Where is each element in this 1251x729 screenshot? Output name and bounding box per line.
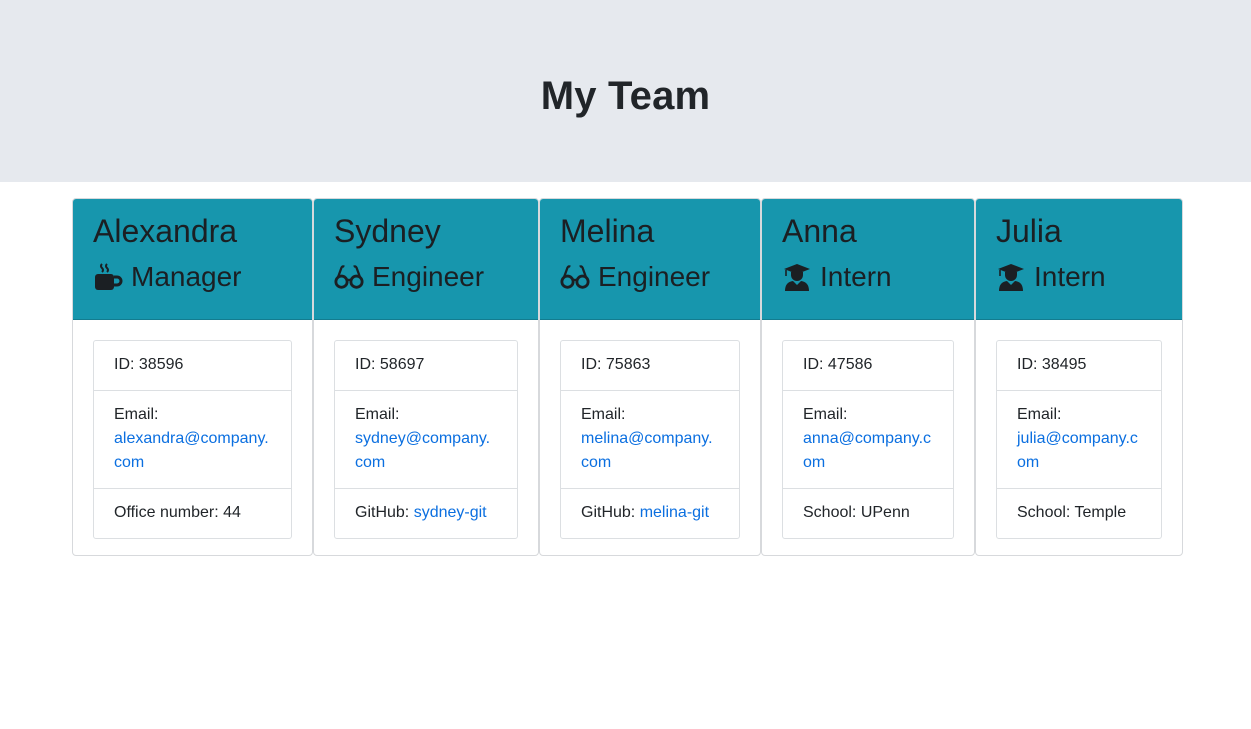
employee-email: Email: alexandra@company.com bbox=[94, 390, 291, 488]
card-body: ID: 47586 Email: anna@company.com School… bbox=[762, 320, 974, 555]
employee-role: Intern bbox=[996, 260, 1162, 294]
graduate-icon bbox=[782, 262, 812, 292]
role-label: Engineer bbox=[372, 261, 485, 292]
page-title: My Team bbox=[540, 73, 711, 118]
email-link[interactable]: melina@company.com bbox=[581, 430, 713, 471]
details-list: ID: 58697 Email: sydney@company.com GitH… bbox=[334, 340, 518, 539]
email-label: Email: bbox=[1017, 406, 1062, 423]
card-body: ID: 38596 Email: alexandra@company.com O… bbox=[73, 320, 312, 555]
employee-name: Julia bbox=[996, 213, 1062, 249]
email-label: Email: bbox=[803, 406, 848, 423]
email-link[interactable]: julia@company.com bbox=[1017, 430, 1138, 471]
employee-role: Engineer bbox=[334, 260, 518, 294]
employee-email: Email: sydney@company.com bbox=[335, 390, 517, 488]
role-label: Manager bbox=[131, 261, 242, 292]
email-label: Email: bbox=[114, 406, 159, 423]
card-header: Melina Engineer bbox=[540, 199, 760, 320]
card-body: ID: 38495 Email: julia@company.com Schoo… bbox=[976, 320, 1182, 555]
employee-name: Anna bbox=[782, 213, 857, 249]
github-label: GitHub: bbox=[355, 504, 414, 521]
card-header: Julia Intern bbox=[976, 199, 1182, 320]
employee-name: Melina bbox=[560, 213, 655, 249]
graduate-icon bbox=[996, 262, 1026, 292]
employee-id: ID: 47586 bbox=[803, 356, 873, 373]
employee-card: Anna Intern ID: 47586 Email: anna@compan… bbox=[761, 198, 975, 556]
card-body: ID: 58697 Email: sydney@company.com GitH… bbox=[314, 320, 538, 555]
github: GitHub: sydney-git bbox=[335, 488, 517, 538]
employee-card: Sydney Engineer ID: 58697 Email: sydney@… bbox=[313, 198, 539, 556]
employee-email: Email: melina@company.com bbox=[561, 390, 739, 488]
github-link[interactable]: sydney-git bbox=[414, 504, 487, 521]
card-body: ID: 75863 Email: melina@company.com GitH… bbox=[540, 320, 760, 555]
employee-card: Julia Intern ID: 38495 Email: julia@comp… bbox=[975, 198, 1183, 556]
employee-id: ID: 38495 bbox=[1017, 356, 1087, 373]
email-link[interactable]: sydney@company.com bbox=[355, 430, 490, 471]
details-list: ID: 75863 Email: melina@company.com GitH… bbox=[560, 340, 740, 539]
github-label: GitHub: bbox=[581, 504, 640, 521]
employee-id: ID: 75863 bbox=[581, 356, 651, 373]
school: School: UPenn bbox=[783, 488, 953, 538]
role-label: Intern bbox=[820, 261, 892, 292]
employee-email: Email: anna@company.com bbox=[783, 390, 953, 488]
employee-id: ID: 58697 bbox=[355, 356, 425, 373]
employee-id: ID: 38596 bbox=[114, 356, 184, 373]
role-label: Engineer bbox=[598, 261, 711, 292]
employee-card: Melina Engineer ID: 75863 Email: melina@… bbox=[539, 198, 761, 556]
card-header: Alexandra Manager bbox=[73, 199, 312, 320]
employee-card: Alexandra Manager ID: 38596 Email: alexa… bbox=[72, 198, 313, 556]
page-header: My Team bbox=[0, 0, 1251, 182]
employee-role: Engineer bbox=[560, 260, 740, 294]
github-link[interactable]: melina-git bbox=[640, 504, 709, 521]
details-list: ID: 47586 Email: anna@company.com School… bbox=[782, 340, 954, 539]
team-cards: Alexandra Manager ID: 38596 Email: alexa… bbox=[72, 198, 1183, 556]
office-number: Office number: 44 bbox=[94, 488, 291, 538]
employee-role: Manager bbox=[93, 260, 292, 294]
card-header: Anna Intern bbox=[762, 199, 974, 320]
email-label: Email: bbox=[355, 406, 400, 423]
email-link[interactable]: alexandra@company.com bbox=[114, 430, 269, 471]
glasses-icon bbox=[560, 262, 590, 292]
role-label: Intern bbox=[1034, 261, 1106, 292]
coffee-mug-icon bbox=[93, 262, 123, 292]
employee-role: Intern bbox=[782, 260, 954, 294]
details-list: ID: 38596 Email: alexandra@company.com O… bbox=[93, 340, 292, 539]
github: GitHub: melina-git bbox=[561, 488, 739, 538]
details-list: ID: 38495 Email: julia@company.com Schoo… bbox=[996, 340, 1162, 539]
employee-name: Sydney bbox=[334, 213, 441, 249]
glasses-icon bbox=[334, 262, 364, 292]
school: School: Temple bbox=[997, 488, 1161, 538]
email-label: Email: bbox=[581, 406, 626, 423]
employee-email: Email: julia@company.com bbox=[997, 390, 1161, 488]
email-link[interactable]: anna@company.com bbox=[803, 430, 931, 471]
card-header: Sydney Engineer bbox=[314, 199, 538, 320]
employee-name: Alexandra bbox=[93, 213, 238, 249]
